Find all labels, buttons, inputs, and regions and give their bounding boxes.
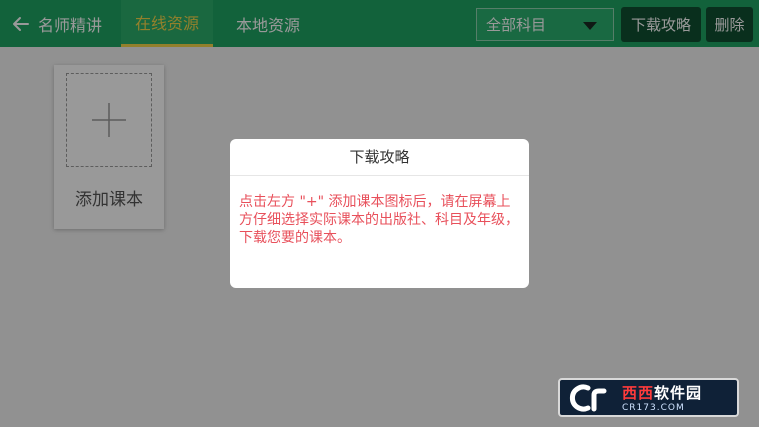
watermark-text: 西西软件园 CR173.COM (622, 382, 702, 413)
cr-logo-icon (569, 384, 607, 411)
dialog-title: 下载攻略 (230, 139, 529, 176)
watermark-brand-red: 西西 (622, 384, 655, 402)
watermark-brand: 西西软件园 (622, 382, 702, 403)
dialog-message: 点击左方 "+" 添加课本图标后，请在屏幕上方仔细选择实际课本的出版社、科目及年… (239, 194, 519, 246)
watermark-url: CR173.COM (622, 403, 685, 413)
watermark-logo: 西西软件园 CR173.COM (558, 378, 739, 417)
watermark-brand-white: 软件园 (654, 384, 703, 402)
download-guide-dialog: 下载攻略 点击左方 "+" 添加课本图标后，请在屏幕上方仔细选择实际课本的出版社… (230, 139, 529, 288)
